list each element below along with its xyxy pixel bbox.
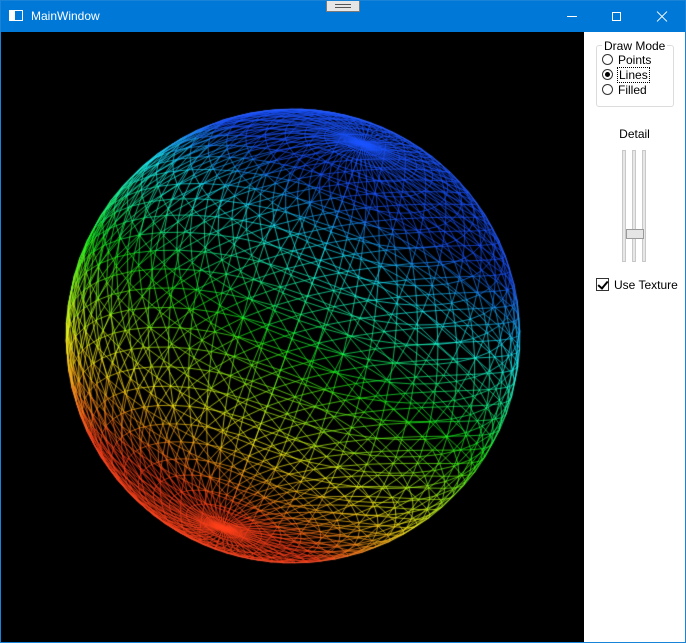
use-texture-label: Use Texture	[614, 277, 678, 292]
close-icon	[656, 11, 668, 23]
control-panel: Draw Mode Points Lines Filled Detail Use	[584, 32, 685, 642]
detail-label: Detail	[619, 127, 650, 141]
title-bar[interactable]: MainWindow	[1, 1, 685, 32]
snap-grip-handle[interactable]	[326, 1, 360, 12]
radio-lines-label: Lines	[617, 66, 650, 83]
minimize-icon	[566, 16, 577, 17]
radio-points-label: Points	[618, 52, 652, 67]
radio-filled[interactable]: Filled	[602, 82, 648, 97]
main-window: MainWindow Draw Mode Points Lines Filled…	[0, 0, 686, 643]
render-viewport[interactable]	[1, 32, 584, 642]
slider-track	[642, 150, 646, 262]
detail-slider-thumb[interactable]	[626, 229, 644, 239]
radio-filled-label: Filled	[618, 82, 647, 97]
wireframe-sphere	[1, 32, 584, 642]
radio-lines-indicator	[602, 69, 613, 80]
radio-lines[interactable]: Lines	[602, 66, 650, 83]
draw-mode-title: Draw Mode	[602, 39, 668, 53]
window-title: MainWindow	[31, 9, 100, 23]
maximize-button[interactable]	[594, 1, 639, 32]
draw-mode-group: Draw Mode Points Lines Filled	[596, 39, 674, 107]
radio-points-indicator	[602, 54, 613, 65]
use-texture-checkbox[interactable]: Use Texture	[596, 277, 678, 292]
radio-points[interactable]: Points	[602, 52, 652, 67]
radio-filled-indicator	[602, 84, 613, 95]
detail-slider[interactable]	[618, 150, 652, 264]
slider-track	[632, 150, 636, 262]
close-button[interactable]	[639, 1, 684, 32]
app-icon	[9, 10, 23, 21]
checkbox-indicator	[596, 278, 609, 291]
maximize-icon	[612, 12, 621, 21]
slider-track	[622, 150, 626, 262]
minimize-button[interactable]	[549, 1, 594, 32]
